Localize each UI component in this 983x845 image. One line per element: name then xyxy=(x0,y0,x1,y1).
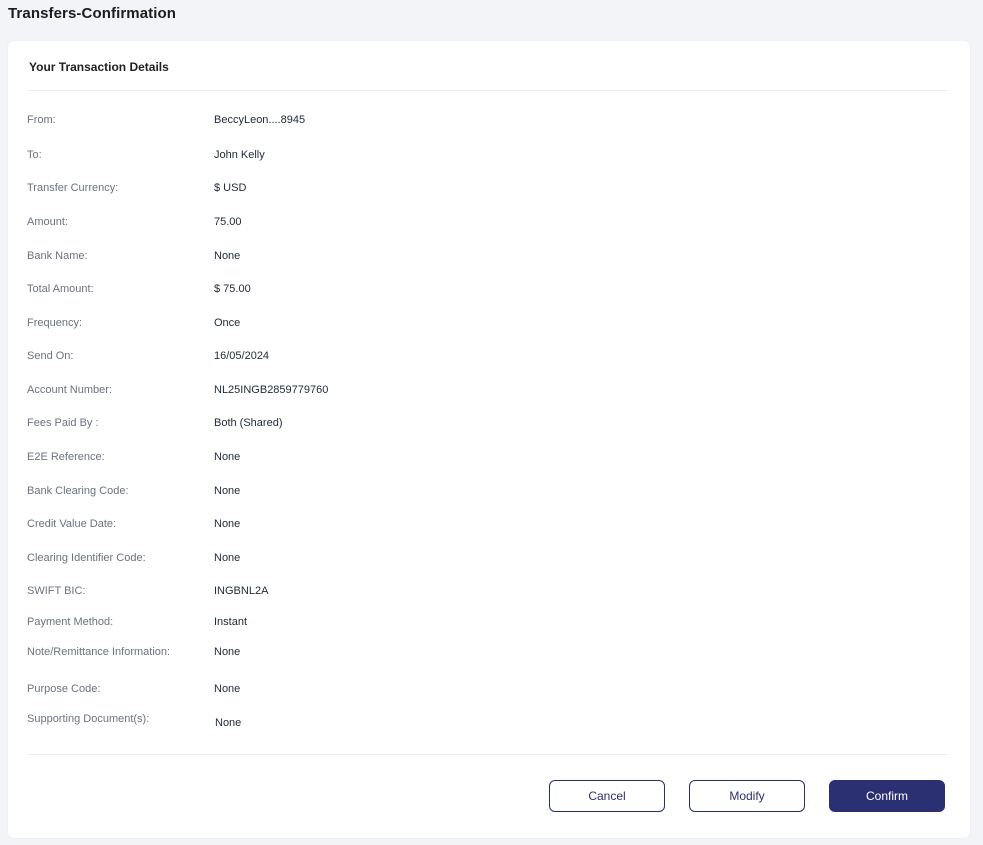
detail-label: Note/Remittance Information: xyxy=(27,646,171,658)
detail-label: SWIFT BIC: xyxy=(27,585,86,597)
detail-value: BeccyLeon....8945 xyxy=(214,114,306,126)
detail-label: Fees Paid By : xyxy=(27,417,99,429)
detail-label: E2E Reference: xyxy=(27,451,105,463)
detail-value: Both (Shared) xyxy=(214,417,283,429)
detail-value: Once xyxy=(214,317,241,329)
detail-value: None xyxy=(214,451,241,463)
detail-value: $ 75.00 xyxy=(214,283,251,295)
bottom-divider xyxy=(27,754,948,755)
detail-label: Bank Clearing Code: xyxy=(27,485,129,497)
detail-label: Bank Name: xyxy=(27,250,88,262)
detail-label: Account Number: xyxy=(27,384,112,396)
detail-value: None xyxy=(214,518,241,530)
top-divider xyxy=(27,90,948,91)
detail-label: Amount: xyxy=(27,216,68,228)
detail-label: Send On: xyxy=(27,350,74,362)
detail-value: None xyxy=(214,485,241,497)
detail-value: Instant xyxy=(214,616,248,628)
detail-label: From: xyxy=(27,114,56,126)
detail-value: None xyxy=(214,683,241,695)
card-title: Your Transaction Details xyxy=(29,60,169,74)
transaction-details-card: Your Transaction Details From: BeccyLeon… xyxy=(8,41,970,838)
detail-value: None xyxy=(215,717,242,729)
detail-value: None xyxy=(214,552,241,564)
modify-button[interactable]: Modify xyxy=(689,780,805,812)
detail-value: NL25INGB2859779760 xyxy=(214,384,329,396)
detail-value: None xyxy=(214,646,241,658)
detail-label: To: xyxy=(27,149,42,161)
detail-label: Frequency: xyxy=(27,317,83,329)
cancel-button[interactable]: Cancel xyxy=(549,780,665,812)
confirm-button[interactable]: Confirm xyxy=(829,780,945,812)
detail-label: Transfer Currency: xyxy=(27,182,119,194)
detail-label: Supporting Document(s): xyxy=(27,713,150,725)
detail-label: Purpose Code: xyxy=(27,683,101,695)
detail-label: Payment Method: xyxy=(27,616,114,628)
detail-value: $ USD xyxy=(214,182,247,194)
detail-label: Credit Value Date: xyxy=(27,518,117,530)
detail-value: 75.00 xyxy=(214,216,242,228)
detail-label: Clearing Identifier Code: xyxy=(27,552,146,564)
page-title: Transfers-Confirmation xyxy=(8,5,177,22)
detail-value: 16/05/2024 xyxy=(214,350,270,362)
detail-value: INGBNL2A xyxy=(214,585,269,597)
detail-value: John Kelly xyxy=(214,149,265,161)
detail-value: None xyxy=(214,250,241,262)
detail-label: Total Amount: xyxy=(27,283,94,295)
